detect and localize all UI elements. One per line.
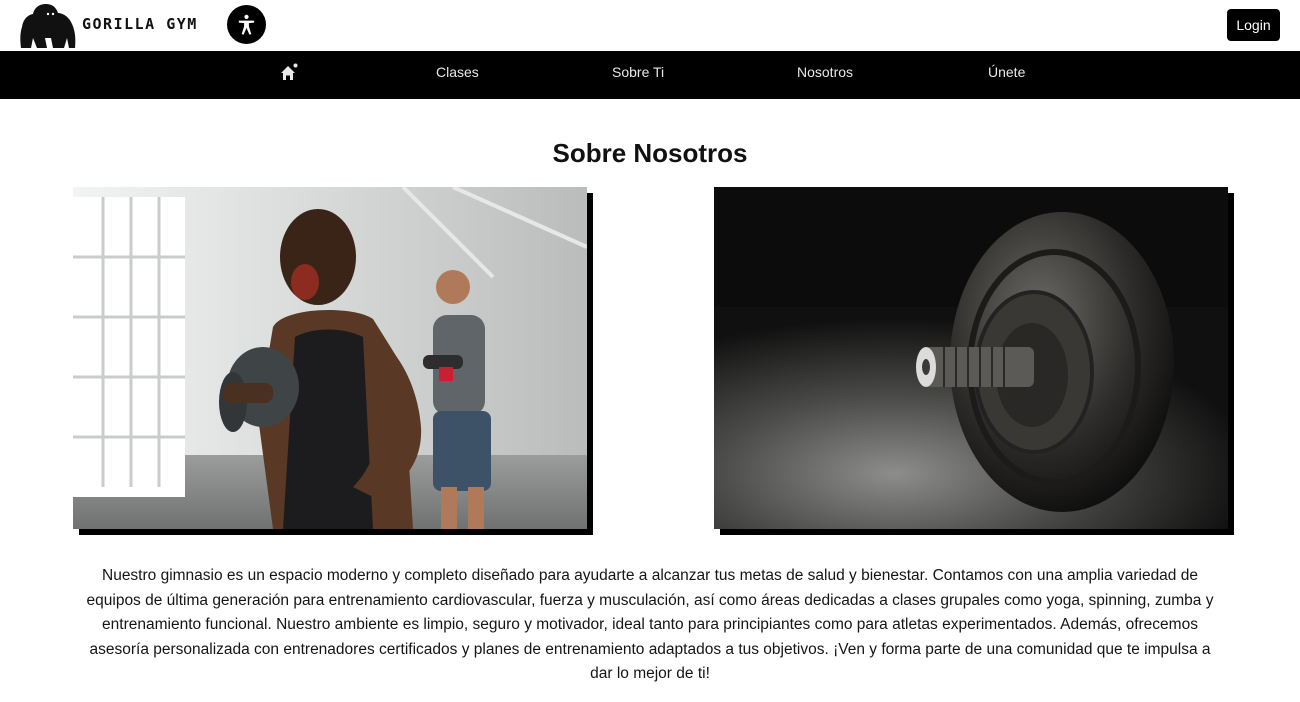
- main-nav: Clases Sobre Ti Nosotros Únete: [0, 51, 1300, 99]
- section-title: Sobre Nosotros: [552, 138, 748, 168]
- gym-training-photo-frame: [73, 187, 593, 535]
- accessibility-icon: [238, 14, 255, 35]
- dumbbell-photo-frame: [714, 187, 1234, 535]
- nav-link-sobre-ti[interactable]: Sobre Ti: [612, 64, 664, 80]
- accessibility-button[interactable]: [227, 5, 266, 44]
- dumbbell-photo: [714, 187, 1228, 529]
- nav-link-unete[interactable]: Únete: [988, 64, 1025, 80]
- nav-link-nosotros[interactable]: Nosotros: [797, 64, 853, 80]
- brand-name: GORILLA GYM: [82, 15, 198, 33]
- gorilla-logo-icon[interactable]: [18, 2, 78, 50]
- top-header: GORILLA GYM Login: [0, 0, 1300, 51]
- gym-training-photo: [73, 187, 587, 529]
- login-button[interactable]: Login: [1227, 9, 1280, 41]
- nav-link-clases[interactable]: Clases: [436, 64, 479, 80]
- about-description: Nuestro gimnasio es un espacio moderno y…: [86, 567, 1214, 682]
- home-icon[interactable]: [278, 62, 300, 84]
